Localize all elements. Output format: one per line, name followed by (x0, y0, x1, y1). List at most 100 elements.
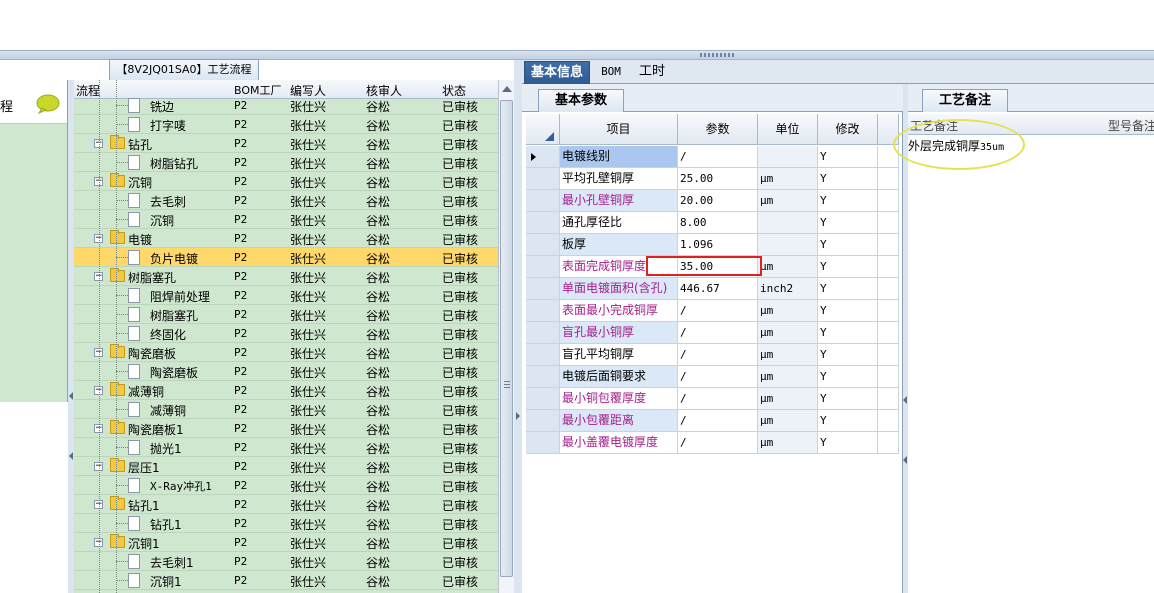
param-name-cell[interactable]: 最小盖覆电镀厚度 (560, 432, 678, 454)
param-unit-cell[interactable] (758, 234, 818, 256)
param-value-cell[interactable]: 1.096 (678, 234, 758, 256)
param-row[interactable]: 最小孔壁铜厚 20.00 μm Y (526, 190, 899, 212)
param-modify-cell[interactable]: Y (818, 234, 878, 256)
param-row[interactable]: 平均孔壁铜厚 25.00 μm Y (526, 168, 899, 190)
collapse-right-icon-2[interactable] (903, 456, 907, 464)
tree-row[interactable]: 减薄铜 P2 张仕兴 谷松 已审核 (74, 400, 498, 419)
tree-row[interactable]: 去毛刺1 P2 张仕兴 谷松 已审核 (74, 552, 498, 571)
param-unit-cell[interactable] (758, 146, 818, 168)
param-unit-cell[interactable]: inch2 (758, 278, 818, 300)
param-modify-cell[interactable]: Y (818, 300, 878, 322)
row-indicator[interactable] (526, 322, 560, 344)
collapse-left-icon-2[interactable] (69, 452, 73, 460)
tree-row[interactable]: 终固化 P2 张仕兴 谷松 已审核 (74, 324, 498, 343)
row-indicator[interactable] (526, 410, 560, 432)
param-value-cell[interactable]: / (678, 344, 758, 366)
param-name-cell[interactable]: 盲孔最小铜厚 (560, 322, 678, 344)
param-row[interactable]: 通孔厚径比 8.00 Y (526, 212, 899, 234)
param-name-cell[interactable]: 通孔厚径比 (560, 212, 678, 234)
param-name-cell[interactable]: 平均孔壁铜厚 (560, 168, 678, 190)
param-value-cell[interactable]: 20.00 (678, 190, 758, 212)
tree-row[interactable]: − 层压1 P2 张仕兴 谷松 已审核 (74, 457, 498, 476)
row-indicator[interactable] (526, 256, 560, 278)
param-value-cell[interactable]: 446.67 (678, 278, 758, 300)
row-indicator[interactable] (526, 234, 560, 256)
param-value-cell[interactable]: 25.00 (678, 168, 758, 190)
param-modify-cell[interactable]: Y (818, 278, 878, 300)
param-unit-cell[interactable]: μm (758, 388, 818, 410)
tab-basic-params[interactable]: 基本参数 (538, 89, 624, 112)
param-unit-cell[interactable] (758, 212, 818, 234)
row-indicator[interactable] (526, 366, 560, 388)
param-modify-cell[interactable]: Y (818, 322, 878, 344)
param-value-cell[interactable]: / (678, 366, 758, 388)
param-row[interactable]: 最小铜包覆厚度 / μm Y (526, 388, 899, 410)
param-name-cell[interactable]: 电镀后面铜要求 (560, 366, 678, 388)
row-indicator[interactable] (526, 300, 560, 322)
tree-row[interactable]: 树脂塞孔 P2 张仕兴 谷松 已审核 (74, 305, 498, 324)
param-row[interactable]: 单面电镀面积(含孔) 446.67 inch2 Y (526, 278, 899, 300)
tab-process-note[interactable]: 工艺备注 (922, 89, 1008, 112)
row-indicator[interactable] (526, 432, 560, 454)
tab-work-hours[interactable]: 工时 (632, 61, 672, 84)
param-unit-cell[interactable]: μm (758, 344, 818, 366)
param-name-cell[interactable]: 盲孔平均铜厚 (560, 344, 678, 366)
tree-row[interactable]: 陶瓷磨板 P2 张仕兴 谷松 已审核 (74, 362, 498, 381)
splitter-grip-icon[interactable] (700, 53, 736, 57)
tree-row[interactable]: 沉铜 P2 张仕兴 谷松 已审核 (74, 210, 498, 229)
param-modify-cell[interactable]: Y (818, 256, 878, 278)
param-row[interactable]: 表面最小完成铜厚 / μm Y (526, 300, 899, 322)
expand-right-icon[interactable] (516, 412, 520, 420)
col-header-unit[interactable]: 单位 (758, 114, 818, 145)
param-unit-cell[interactable]: μm (758, 322, 818, 344)
param-modify-cell[interactable]: Y (818, 366, 878, 388)
col-header-model-note[interactable]: 型号备注 (1108, 117, 1154, 134)
flow-title-tab[interactable]: 【8V2JQ01SA0】工艺流程 (109, 59, 259, 80)
param-name-cell[interactable]: 电镀线别 (560, 146, 678, 168)
param-unit-cell[interactable]: μm (758, 300, 818, 322)
tree-row[interactable]: − 树脂塞孔 P2 张仕兴 谷松 已审核 (74, 267, 498, 286)
tree-row[interactable]: 打字唛 P2 张仕兴 谷松 已审核 (74, 115, 498, 134)
param-name-cell[interactable]: 板厚 (560, 234, 678, 256)
speech-bubble-icon[interactable] (36, 94, 60, 114)
tree-row[interactable]: − 减薄铜 P2 张仕兴 谷松 已审核 (74, 381, 498, 400)
param-modify-cell[interactable]: Y (818, 212, 878, 234)
tree-row[interactable]: − 沉铜1 P2 张仕兴 谷松 已审核 (74, 533, 498, 552)
param-row[interactable]: 最小包覆距离 / μm Y (526, 410, 899, 432)
tree-row[interactable]: − 钻孔1 P2 张仕兴 谷松 已审核 (74, 495, 498, 514)
param-unit-cell[interactable]: μm (758, 410, 818, 432)
param-modify-cell[interactable]: Y (818, 432, 878, 454)
param-row[interactable]: 电镀线别 / Y (526, 146, 899, 168)
tree-row[interactable]: − 陶瓷磨板 P2 张仕兴 谷松 已审核 (74, 343, 498, 362)
param-name-cell[interactable]: 最小铜包覆厚度 (560, 388, 678, 410)
param-value-cell[interactable]: / (678, 388, 758, 410)
row-indicator[interactable] (526, 388, 560, 410)
row-indicator[interactable] (526, 168, 560, 190)
col-header-modify[interactable]: 修改 (818, 114, 878, 145)
param-name-cell[interactable]: 表面最小完成铜厚 (560, 300, 678, 322)
col-header-item[interactable]: 项目 (560, 114, 678, 145)
tree-row[interactable]: 阻焊前处理 P2 张仕兴 谷松 已审核 (74, 286, 498, 305)
tree-row[interactable]: 树脂钻孔 P2 张仕兴 谷松 已审核 (74, 153, 498, 172)
collapse-left-icon[interactable] (69, 392, 73, 400)
middle-splitter[interactable] (514, 60, 522, 593)
tree-row[interactable]: − 沉铜 P2 张仕兴 谷松 已审核 (74, 172, 498, 191)
param-modify-cell[interactable]: Y (818, 146, 878, 168)
row-indicator[interactable] (526, 344, 560, 366)
tree-row[interactable]: 去毛刺 P2 张仕兴 谷松 已审核 (74, 191, 498, 210)
select-all-icon[interactable] (545, 132, 554, 141)
param-value-cell[interactable]: / (678, 146, 758, 168)
param-row[interactable]: 盲孔最小铜厚 / μm Y (526, 322, 899, 344)
scrollbar-thumb[interactable] (500, 100, 513, 577)
param-modify-cell[interactable]: Y (818, 190, 878, 212)
param-unit-cell[interactable]: μm (758, 366, 818, 388)
row-indicator[interactable] (526, 190, 560, 212)
param-value-cell[interactable]: / (678, 410, 758, 432)
param-value-cell[interactable]: 8.00 (678, 212, 758, 234)
tree-row[interactable]: X-Ray冲孔1 P2 张仕兴 谷松 已审核 (74, 476, 498, 495)
tree-scrollbar[interactable] (498, 80, 514, 593)
param-unit-cell[interactable]: μm (758, 256, 818, 278)
tree-row[interactable]: 抛光1 P2 张仕兴 谷松 已审核 (74, 438, 498, 457)
scroll-up-icon[interactable] (502, 86, 512, 92)
param-name-cell[interactable]: 单面电镀面积(含孔) (560, 278, 678, 300)
